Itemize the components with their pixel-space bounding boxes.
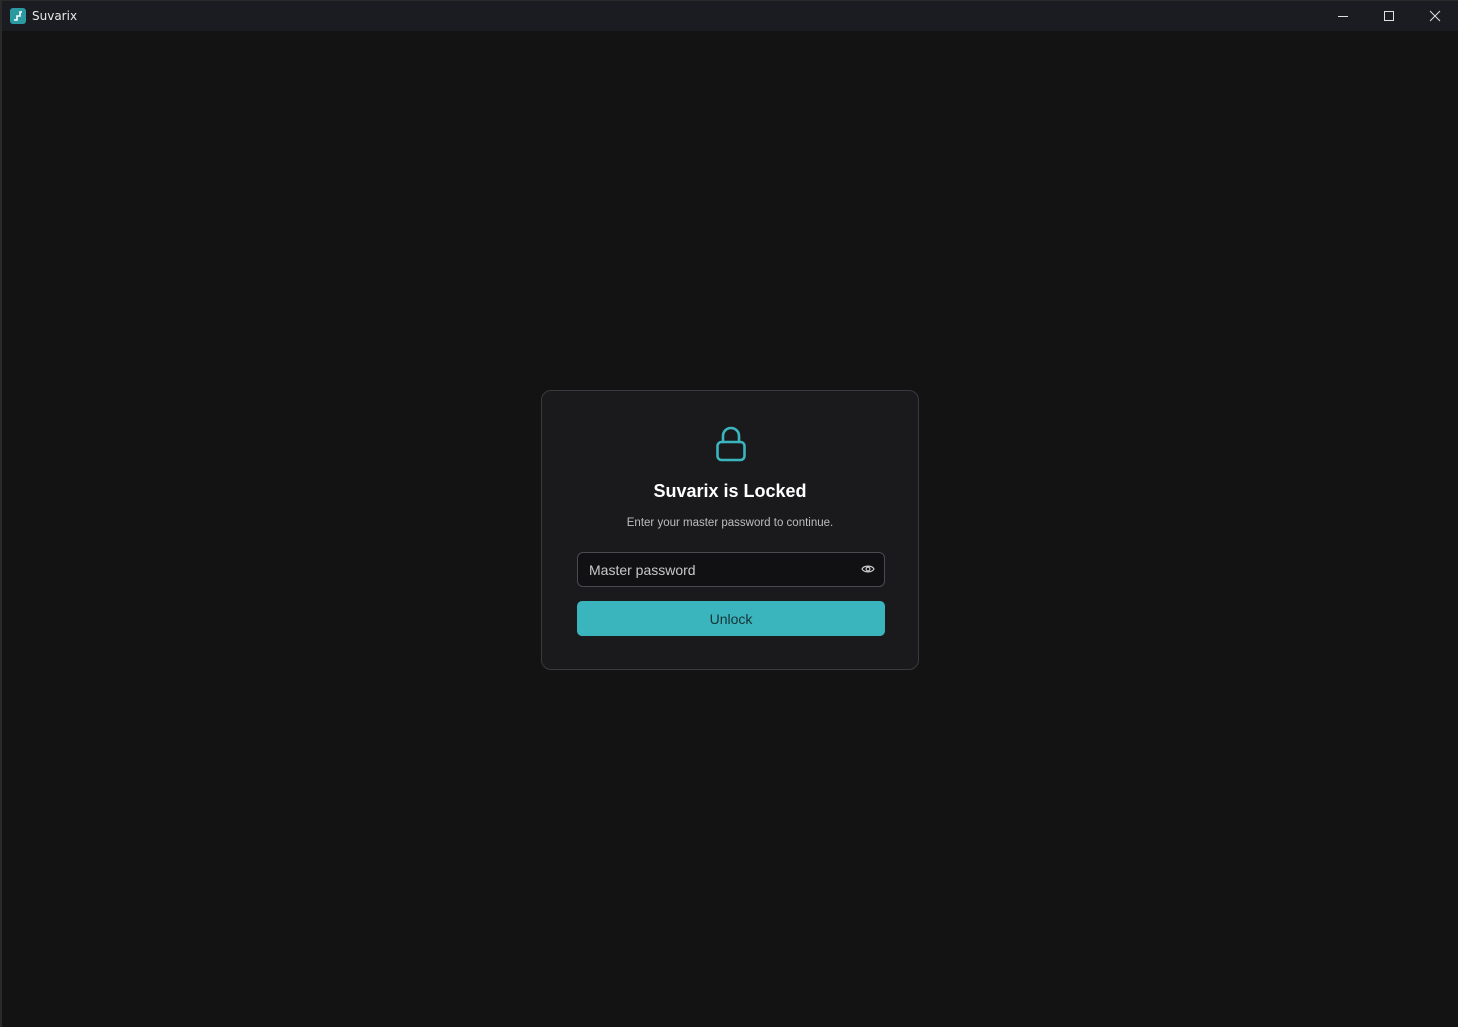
- lock-card: Suvarix is Locked Enter your master pass…: [541, 390, 919, 670]
- eye-icon: [861, 561, 875, 580]
- password-field: [577, 552, 885, 587]
- title-bar[interactable]: Suvarix: [2, 1, 1458, 31]
- close-icon: [1429, 7, 1441, 26]
- window-controls: [1320, 1, 1458, 31]
- app-window: Suvarix Suvarix is Locked Enter your mas…: [0, 0, 1458, 1027]
- minimize-icon: [1337, 7, 1349, 26]
- maximize-button[interactable]: [1366, 1, 1412, 31]
- main-content: Suvarix is Locked Enter your master pass…: [2, 31, 1458, 1027]
- close-button[interactable]: [1412, 1, 1458, 31]
- master-password-input[interactable]: [578, 553, 848, 586]
- app-logo-icon: [10, 8, 26, 24]
- lock-subtitle: Enter your master password to continue.: [626, 517, 834, 529]
- minimize-button[interactable]: [1320, 1, 1366, 31]
- lock-title: Suvarix is Locked: [653, 481, 807, 501]
- lock-icon: [714, 425, 748, 463]
- maximize-icon: [1383, 7, 1395, 26]
- window-title: Suvarix: [32, 9, 78, 23]
- toggle-password-visibility-button[interactable]: [858, 560, 878, 580]
- unlock-button[interactable]: Unlock: [577, 601, 885, 636]
